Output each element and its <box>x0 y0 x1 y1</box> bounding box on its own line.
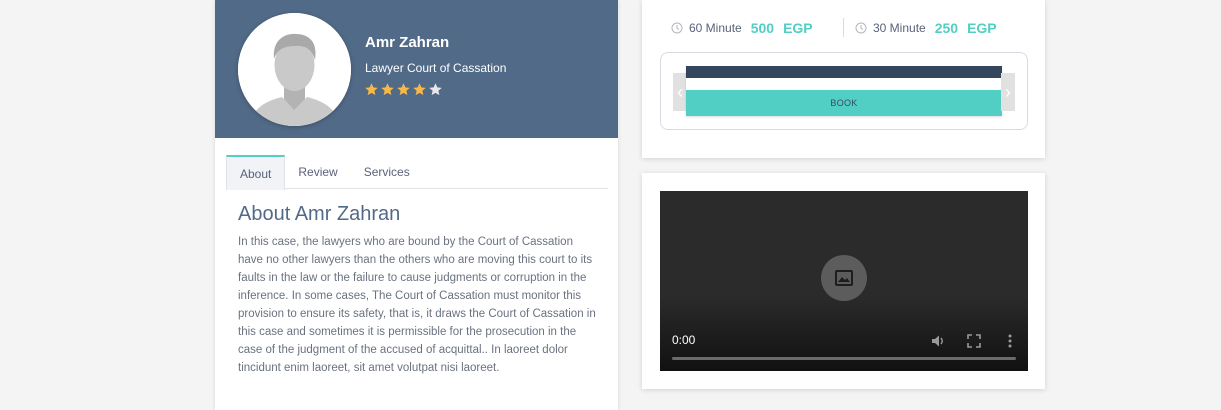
video-card: 0:00 <box>642 173 1045 389</box>
profile-tabs: About Review Services <box>226 155 608 190</box>
avatar <box>238 13 351 126</box>
about-text: In this case, the lawyers who are bound … <box>238 236 596 374</box>
more-vert-icon[interactable] <box>1002 333 1018 349</box>
divider <box>843 18 844 37</box>
tab-services[interactable]: Services <box>351 155 423 189</box>
booking-slot: BOOK <box>686 66 1002 116</box>
profile-title: Lawyer Court of Cassation <box>365 61 507 75</box>
profile-card: Amr Zahran Lawyer Court of Cassation Abo… <box>215 0 618 410</box>
star-icon <box>413 83 426 96</box>
profile-name: Amr Zahran <box>365 34 450 51</box>
volume-icon[interactable] <box>930 333 946 349</box>
price-amount: 500 <box>750 20 775 36</box>
star-icon <box>365 83 378 96</box>
broken-image-icon <box>821 255 867 301</box>
pricing-card: 60 Minute 500 EGP 30 Minute 250 EGP ‹ BO… <box>642 0 1045 158</box>
video-player[interactable]: 0:00 <box>660 191 1028 371</box>
video-progress-bar[interactable] <box>672 357 1016 360</box>
price-duration: 30 Minute <box>873 21 926 35</box>
chevron-left-icon[interactable]: ‹ <box>673 73 687 111</box>
price-currency: EGP <box>783 20 813 36</box>
star-icon <box>429 83 442 96</box>
video-time: 0:00 <box>672 333 696 347</box>
star-icon <box>397 83 410 96</box>
about-heading: About Amr Zahran <box>238 203 401 225</box>
slot-header <box>686 66 1002 78</box>
tab-about[interactable]: About <box>226 155 286 190</box>
fullscreen-icon[interactable] <box>966 333 982 349</box>
profile-header: Amr Zahran Lawyer Court of Cassation <box>215 0 618 138</box>
star-rating <box>364 82 443 97</box>
booking-slots: ‹ BOOK › <box>660 52 1028 130</box>
clock-icon <box>671 22 683 34</box>
book-button[interactable]: BOOK <box>686 90 1002 116</box>
slot-body <box>686 78 1002 90</box>
person-placeholder-icon <box>238 13 351 126</box>
tab-review[interactable]: Review <box>285 155 350 189</box>
star-icon <box>381 83 394 96</box>
clock-icon <box>855 22 867 34</box>
price-currency: EGP <box>967 20 997 36</box>
price-item-30: 30 Minute 250 EGP <box>855 19 997 37</box>
chevron-right-icon[interactable]: › <box>1001 73 1015 111</box>
price-item-60: 60 Minute 500 EGP <box>671 19 813 37</box>
price-duration: 60 Minute <box>689 21 742 35</box>
price-amount: 250 <box>934 20 959 36</box>
